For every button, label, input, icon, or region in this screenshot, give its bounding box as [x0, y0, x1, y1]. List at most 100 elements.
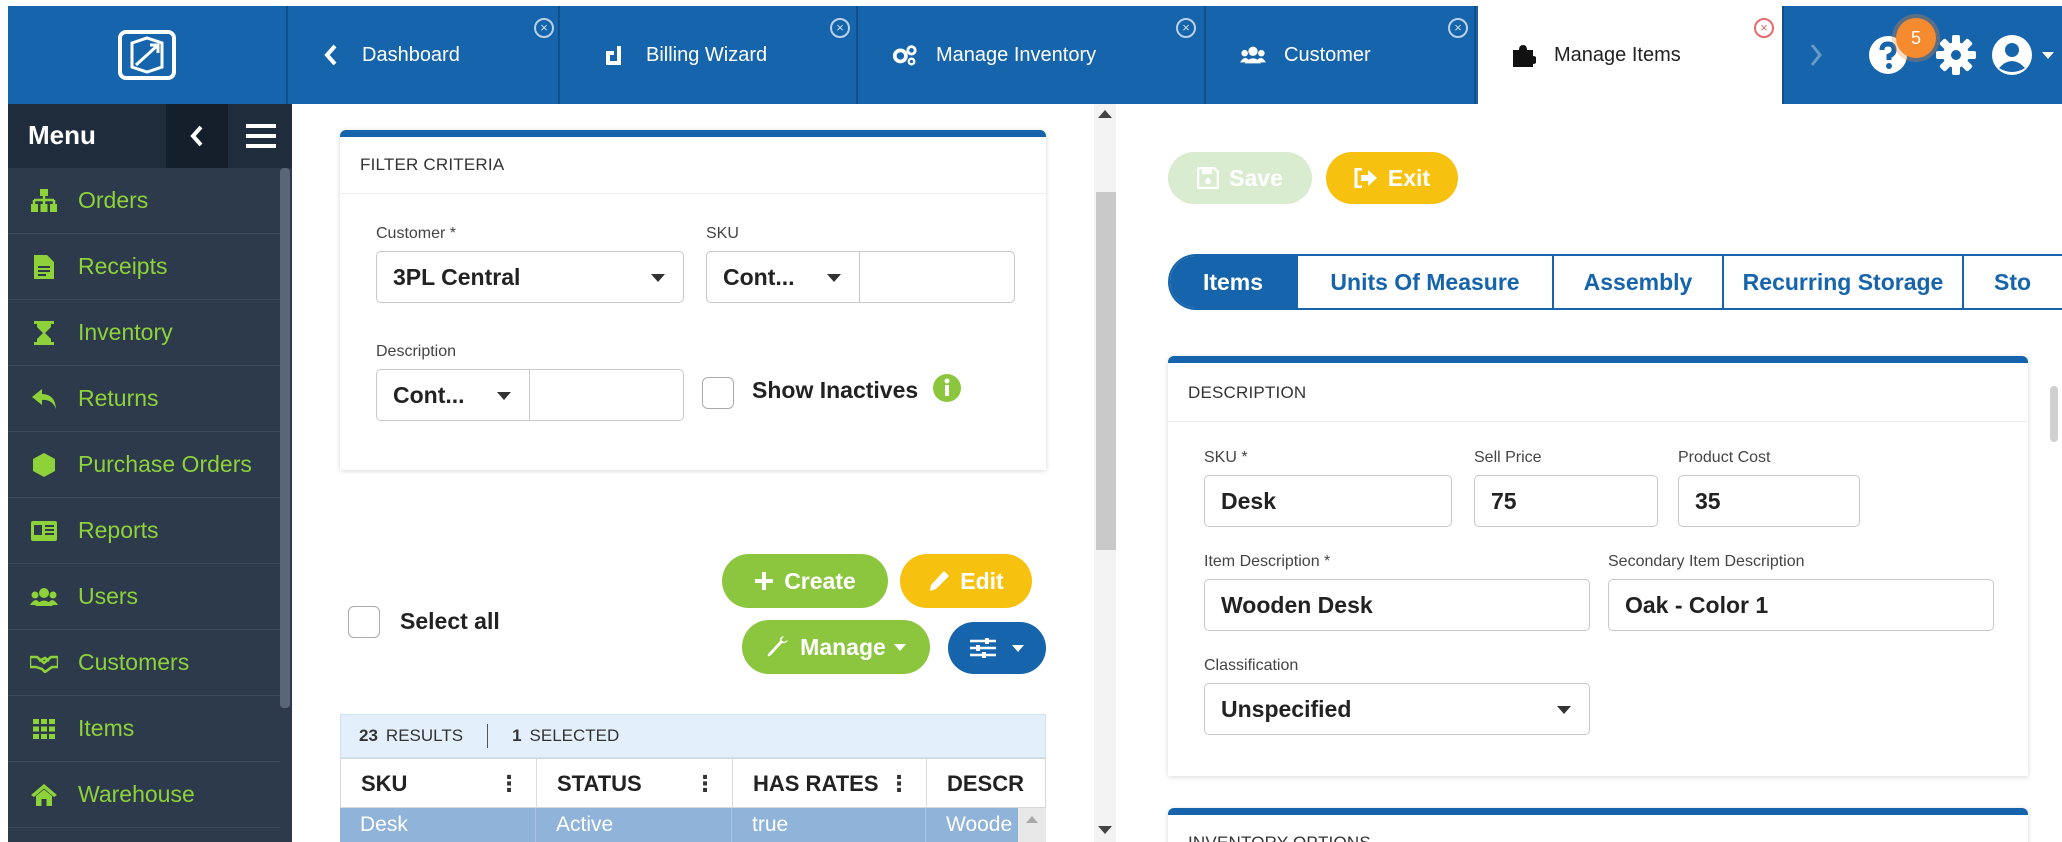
sku-search-input[interactable] — [859, 251, 1015, 303]
column-header-label: HAS RATES — [753, 771, 879, 796]
close-tab-icon[interactable]: × — [534, 18, 554, 38]
sidebar-item-purchase-orders[interactable]: Purchase Orders — [8, 432, 280, 498]
cogs-icon — [892, 42, 918, 68]
sidebar-item-returns[interactable]: Returns — [8, 366, 280, 432]
column-menu-icon[interactable]: ⋮ — [888, 771, 910, 797]
classification-label: Classification — [1204, 657, 1299, 674]
user-avatar-icon[interactable] — [1990, 33, 2034, 77]
column-header-status[interactable]: STATUS ⋮ — [537, 759, 733, 809]
scroll-down-icon[interactable] — [1098, 826, 1112, 834]
close-tab-icon[interactable]: × — [1448, 18, 1468, 38]
customer-select[interactable]: 3PL Central — [376, 251, 684, 303]
create-button[interactable]: Create — [722, 554, 888, 608]
close-tab-icon[interactable]: × — [1754, 18, 1774, 38]
tab-billing-wizard[interactable]: Billing Wizard × — [562, 6, 858, 104]
user-menu-caret-icon[interactable] — [2042, 52, 2054, 59]
description-label: Description — [376, 343, 457, 360]
sidebar-item-label: Users — [78, 583, 139, 609]
hourglass-icon — [30, 319, 58, 347]
classification-select[interactable]: Unspecified — [1204, 683, 1590, 735]
hamburger-menu-button[interactable] — [230, 104, 292, 168]
item-description-field[interactable]: Wooden Desk — [1204, 579, 1590, 631]
tab-label: Customer — [1284, 43, 1371, 66]
users-icon — [30, 583, 58, 611]
sell-price-field[interactable]: 75 — [1474, 475, 1658, 527]
sidebar-item-inventory[interactable]: Inventory — [8, 300, 280, 366]
sidebar-item-label: Inventory — [78, 319, 173, 345]
sidebar-item-label: Items — [78, 715, 135, 741]
create-button-label: Create — [784, 567, 856, 594]
column-header-sku[interactable]: SKU ⋮ — [341, 759, 537, 809]
info-icon[interactable] — [932, 373, 962, 408]
sidebar-item-label: Orders — [78, 187, 149, 213]
sku-field[interactable]: Desk — [1204, 475, 1452, 527]
sidebar-item-warehouse[interactable]: Warehouse — [8, 762, 280, 828]
sliders-icon — [970, 637, 996, 659]
gear-icon[interactable] — [1934, 33, 1978, 77]
column-header-label: SKU — [361, 771, 408, 796]
right-panel-scrollbar[interactable] — [2050, 386, 2058, 442]
close-tab-icon[interactable]: × — [830, 18, 850, 38]
description-search-input[interactable] — [529, 369, 684, 421]
scroll-up-icon[interactable] — [1026, 816, 1038, 823]
product-cost-field[interactable]: 35 — [1678, 475, 1860, 527]
sku-label: SKU — [706, 225, 739, 242]
menu-title: Menu — [28, 120, 96, 150]
notification-badge[interactable]: 5 — [1896, 18, 1936, 58]
column-header-label: STATUS — [557, 771, 642, 796]
sidebar-item-reports[interactable]: Reports — [8, 498, 280, 564]
report-card-icon — [30, 517, 58, 545]
filter-criteria-card: FILTER CRITERIA Customer * 3PL Central S… — [340, 130, 1046, 470]
manage-button-label: Manage — [800, 633, 886, 660]
show-inactives-checkbox[interactable] — [702, 377, 734, 409]
puzzle-icon — [1510, 42, 1536, 68]
sidebar-item-label: Warehouse — [78, 781, 195, 807]
sidebar-item-customers[interactable]: Customers — [8, 630, 280, 696]
tab-manage-items[interactable]: Manage Items × — [1478, 6, 1784, 104]
select-all-label: Select all — [400, 608, 500, 634]
cell-has-rates: true — [732, 808, 926, 842]
manage-button[interactable]: Manage — [742, 620, 930, 674]
select-all-checkbox[interactable] — [348, 606, 380, 638]
column-header-description[interactable]: DESCR — [927, 759, 1047, 809]
sidebar-item-receipts[interactable]: Receipts — [8, 234, 280, 300]
close-tab-icon[interactable]: × — [1176, 18, 1196, 38]
column-settings-button[interactable] — [948, 622, 1046, 674]
sidebar-item-orders[interactable]: Orders — [8, 168, 280, 234]
grid-scrollbar[interactable] — [1018, 808, 1046, 842]
tab-units-of-measure[interactable]: Units Of Measure — [1298, 256, 1554, 308]
tab-customer[interactable]: Customer × — [1208, 6, 1476, 104]
exit-button[interactable]: Exit — [1326, 152, 1458, 204]
sidebar-scrollbar[interactable] — [280, 168, 290, 708]
tabs-scroll-right-icon[interactable] — [1796, 6, 1836, 104]
table-row[interactable]: Desk Active true Woode — [340, 808, 1046, 842]
secondary-description-field[interactable]: Oak - Color 1 — [1608, 579, 1994, 631]
scroll-up-icon[interactable] — [1098, 110, 1112, 118]
tab-label: Manage Items — [1554, 43, 1681, 66]
column-menu-icon[interactable]: ⋮ — [694, 771, 716, 797]
tab-storage[interactable]: Sto — [1964, 256, 2062, 308]
tab-recurring-storage[interactable]: Recurring Storage — [1724, 256, 1964, 308]
sku-operator-select[interactable]: Cont... — [706, 251, 860, 303]
tab-dashboard[interactable]: Dashboard × — [290, 6, 560, 104]
edit-button[interactable]: Edit — [900, 554, 1032, 608]
top-bar: Dashboard × Billing Wizard × Manage Inve… — [8, 6, 2062, 104]
description-operator-select[interactable]: Cont... — [376, 369, 530, 421]
app-logo[interactable] — [8, 6, 288, 104]
cell-description: Woode — [946, 813, 1013, 836]
tab-assembly[interactable]: Assembly — [1554, 256, 1724, 308]
inventory-options-card: INVENTORY OPTIONS — [1168, 808, 2028, 842]
sell-price-label: Sell Price — [1474, 449, 1542, 466]
column-menu-icon[interactable]: ⋮ — [498, 771, 520, 797]
save-button[interactable]: Save — [1168, 152, 1312, 204]
chevron-left-icon[interactable] — [318, 42, 344, 68]
tab-items[interactable]: Items — [1170, 256, 1298, 308]
column-header-has-rates[interactable]: HAS RATES ⋮ — [733, 759, 927, 809]
left-panel-scroll-thumb[interactable] — [1096, 192, 1116, 550]
sidebar-item-items[interactable]: Items — [8, 696, 280, 762]
collapse-sidebar-button[interactable] — [166, 104, 228, 168]
sidebar-item-users[interactable]: Users — [8, 564, 280, 630]
item-description-label: Item Description * — [1204, 553, 1331, 570]
results-count: 23 — [359, 726, 378, 745]
tab-manage-inventory[interactable]: Manage Inventory × — [860, 6, 1206, 104]
